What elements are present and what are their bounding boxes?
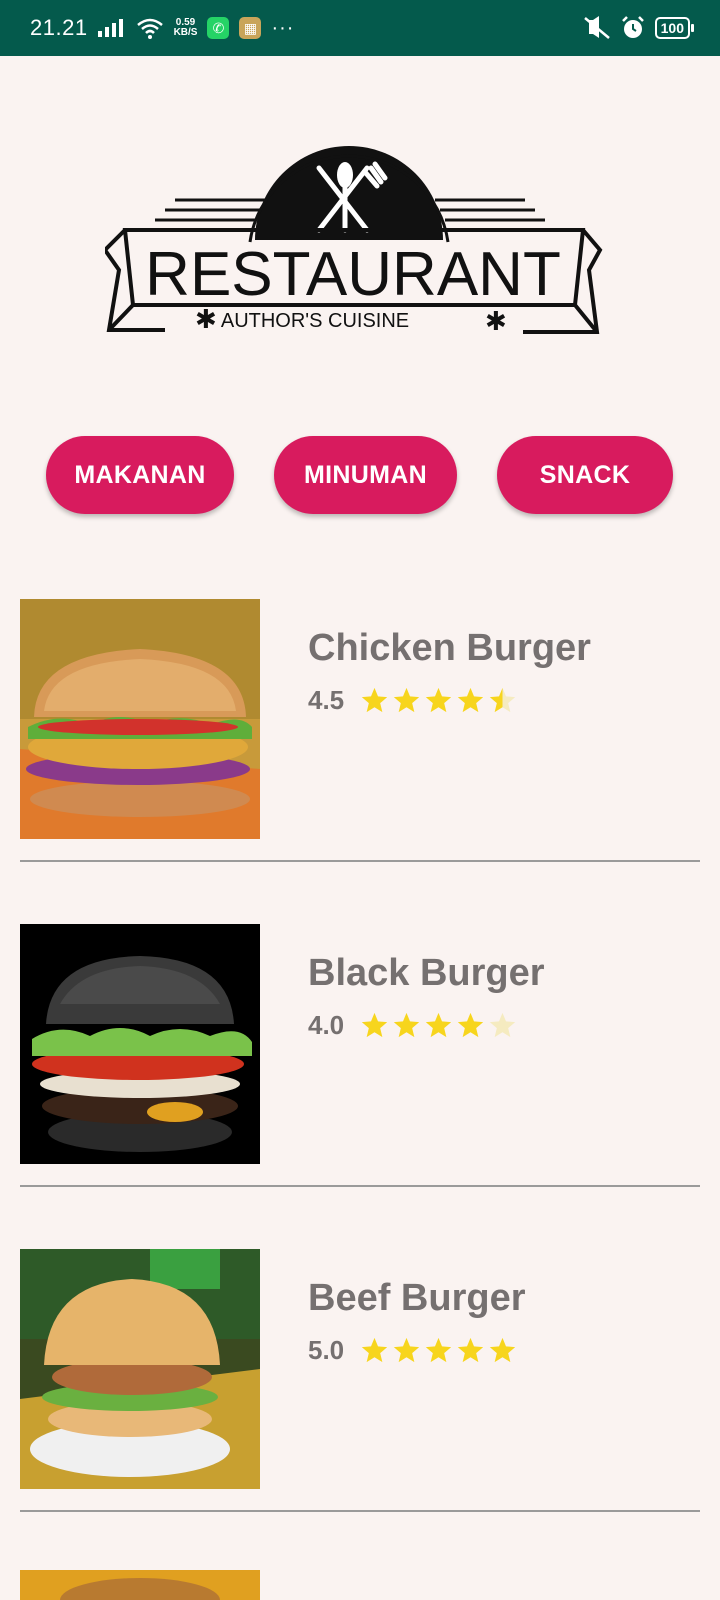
svg-text:✱: ✱ [485, 306, 507, 336]
star-full-icon [457, 1337, 484, 1363]
divider [20, 1185, 700, 1187]
star-empty-icon [489, 1012, 516, 1038]
divider [20, 860, 700, 862]
rating-value: 5.0 [308, 1335, 345, 1365]
rating-row: 4.0 [308, 1010, 517, 1041]
star-rating [360, 686, 517, 715]
alarm-icon [621, 16, 644, 38]
status-right: 100 [581, 16, 695, 40]
star-full-icon [393, 687, 420, 713]
star-half-icon [489, 687, 516, 713]
star-full-icon [425, 1337, 452, 1363]
svg-text:✱: ✱ [195, 304, 217, 334]
whatsapp-icon: ✆ [207, 17, 230, 39]
restaurant-logo: RESTAURANT ✱ AUTHOR'S CUISINE ✱ [105, 146, 603, 336]
logo-subtitle: AUTHOR'S CUISINE [221, 310, 409, 332]
star-full-icon [393, 1012, 420, 1038]
star-full-icon [361, 1012, 388, 1038]
wifi-icon [136, 18, 163, 39]
item-name: Chicken Burger [308, 627, 591, 669]
battery-indicator: 100 [654, 17, 695, 39]
star-full-icon [425, 1012, 452, 1038]
list-item[interactable]: Beef Burger 5.0 [20, 1249, 700, 1574]
black-burger-image [20, 924, 260, 1164]
star-rating [360, 1336, 517, 1365]
star-full-icon [489, 1337, 516, 1363]
rating-row: 4.5 [308, 685, 517, 716]
speed-unit: KB/S [173, 27, 198, 38]
star-full-icon [457, 687, 484, 713]
star-full-icon [361, 687, 388, 713]
logo-title: RESTAURANT [145, 240, 561, 309]
tab-snack[interactable]: SNACK [497, 436, 673, 514]
rating-row: 5.0 [308, 1335, 517, 1366]
app-notification-icon: ▦ [239, 17, 262, 39]
tab-makanan[interactable]: MAKANAN [46, 436, 234, 514]
rating-value: 4.5 [308, 685, 345, 715]
rating-value: 4.0 [308, 1010, 345, 1040]
menu-list: Chicken Burger 4.5 Black Burger 4.0 Beef… [20, 599, 700, 1574]
beef-burger-image [20, 1249, 260, 1489]
item-name: Black Burger [308, 952, 545, 994]
star-full-icon [361, 1337, 388, 1363]
status-time: 21.21 [30, 15, 88, 40]
star-full-icon [457, 1012, 484, 1038]
more-notifications-icon: ··· [271, 16, 295, 39]
star-full-icon [393, 1337, 420, 1363]
star-full-icon [425, 687, 452, 713]
next-item-image [20, 1570, 260, 1600]
tab-minuman[interactable]: MINUMAN [274, 436, 457, 514]
divider [20, 1510, 700, 1512]
signal-icon [97, 19, 123, 37]
list-item[interactable]: Chicken Burger 4.5 [20, 599, 700, 924]
item-name: Beef Burger [308, 1277, 526, 1319]
network-speed: 0.59 KB/S [174, 18, 198, 38]
chicken-burger-image [20, 599, 260, 839]
list-item[interactable]: Black Burger 4.0 [20, 924, 700, 1249]
status-bar: 21.21 0.59 KB/S ✆ ▦ ··· 100 [0, 0, 720, 56]
status-left: 21.21 0.59 KB/S ✆ ▦ ··· [30, 15, 294, 41]
star-rating [360, 1011, 517, 1040]
mute-icon [583, 16, 610, 39]
